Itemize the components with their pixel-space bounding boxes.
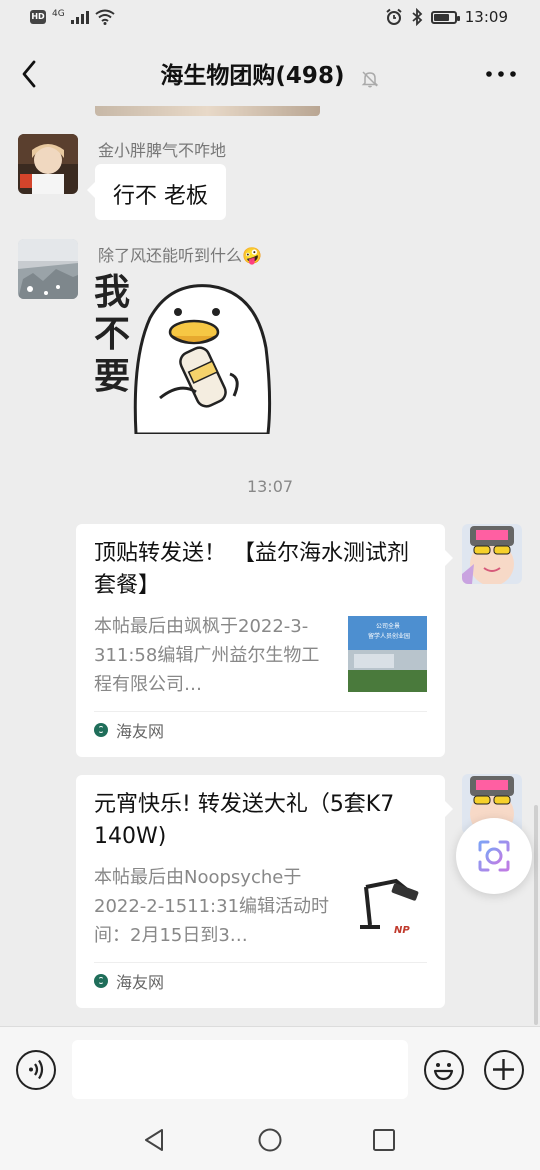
- card-thumbnail: 公司全景 留学人员创业园: [348, 616, 427, 692]
- svg-text:NP: NP: [394, 925, 410, 936]
- source-logo-icon: [94, 723, 108, 737]
- more-functions-button[interactable]: [484, 1050, 524, 1090]
- message-text: 行不 老板: [113, 184, 208, 209]
- card-description: 本帖最后由飒枫于2022-3-311:58编辑广州益尔生物工程有限公司…: [94, 616, 320, 695]
- card-title: 顶贴转发送！ 【益尔海水测试剂套餐】: [94, 541, 409, 598]
- card-source: 海友网: [116, 973, 165, 992]
- voice-toggle-button[interactable]: [16, 1050, 56, 1090]
- bluetooth-icon: [412, 8, 423, 26]
- card-body: 本帖最后由飒枫于2022-3-311:58编辑广州益尔生物工程有限公司… 公司全…: [94, 612, 427, 699]
- status-time: 13:09: [464, 8, 508, 26]
- chat-title: 海生物团购(498): [160, 63, 345, 89]
- nav-back-icon[interactable]: [142, 1127, 168, 1153]
- mute-bell-icon: [361, 70, 378, 87]
- voice-icon: [29, 1059, 44, 1080]
- message-timestamp: 13:07: [246, 477, 294, 496]
- card-thumbnail: NP: [348, 867, 427, 943]
- my-avatar[interactable]: [462, 524, 522, 584]
- signal-icon: [70, 10, 89, 24]
- status-right: 13:09: [385, 8, 508, 26]
- card-body: 本帖最后由Noopsyche于2022-2-1511:31编辑活动时间：2月15…: [94, 863, 427, 950]
- avatar[interactable]: [18, 239, 78, 299]
- scan-icon: [478, 840, 510, 872]
- plus-icon: [493, 1059, 514, 1080]
- card-source: 海友网: [116, 722, 165, 741]
- card-description: 本帖最后由Noopsyche于2022-2-1511:31编辑活动时间：2月15…: [94, 867, 330, 946]
- svg-text:留学人员创业园: 留学人员创业园: [368, 632, 410, 640]
- sticker-caption: 我不要: [94, 272, 131, 397]
- message-input[interactable]: [72, 1040, 408, 1099]
- card-title: 元宵快乐! 转发送大礼（5套K7 140W): [94, 792, 395, 849]
- nav-home-icon[interactable]: [257, 1127, 283, 1153]
- network-type: 4G: [52, 9, 65, 19]
- sticker-message[interactable]: 我不要: [92, 272, 272, 434]
- status-left: HD 4G: [30, 9, 115, 25]
- previous-image-message[interactable]: [95, 106, 320, 116]
- wifi-icon: [95, 9, 115, 25]
- avatar[interactable]: [18, 134, 78, 194]
- scrollbar[interactable]: [534, 805, 538, 1025]
- avatar-image: [18, 239, 78, 299]
- avatar-image: [18, 134, 78, 194]
- card-footer: 海友网: [94, 962, 427, 999]
- nav-recents-icon[interactable]: [372, 1128, 396, 1152]
- hd-badge: HD: [30, 10, 46, 24]
- emoji-button[interactable]: [424, 1050, 464, 1090]
- duck-sticker-image: [133, 284, 272, 434]
- title-area: 海生物团购(498): [0, 56, 540, 90]
- avatar-image: [462, 524, 522, 584]
- alarm-icon: [386, 8, 402, 25]
- card-footer: 海友网: [94, 711, 427, 748]
- more-options-icon[interactable]: [484, 62, 518, 86]
- chat-header: 海生物团购(498): [0, 38, 540, 110]
- input-bar: [0, 1026, 540, 1115]
- sender-nickname: 除了风还能听到什么🤪: [98, 246, 262, 265]
- system-nav-bar: [0, 1114, 540, 1170]
- battery-icon: [430, 10, 460, 24]
- status-bar: HD 4G 13:09: [0, 0, 540, 38]
- floating-scan-button[interactable]: [456, 818, 532, 894]
- svg-text:公司全景: 公司全景: [376, 622, 400, 630]
- sender-nickname: 金小胖脾气不咋地: [98, 141, 227, 160]
- emoji-icon: [433, 1063, 454, 1081]
- text-message-bubble[interactable]: 行不 老板: [87, 164, 226, 220]
- link-card[interactable]: 元宵快乐! 转发送大礼（5套K7 140W) 本帖最后由Noopsyche于20…: [76, 775, 453, 1008]
- link-card[interactable]: 顶贴转发送！ 【益尔海水测试剂套餐】 本帖最后由飒枫于2022-3-311:58…: [76, 524, 453, 757]
- source-logo-icon: [94, 974, 108, 988]
